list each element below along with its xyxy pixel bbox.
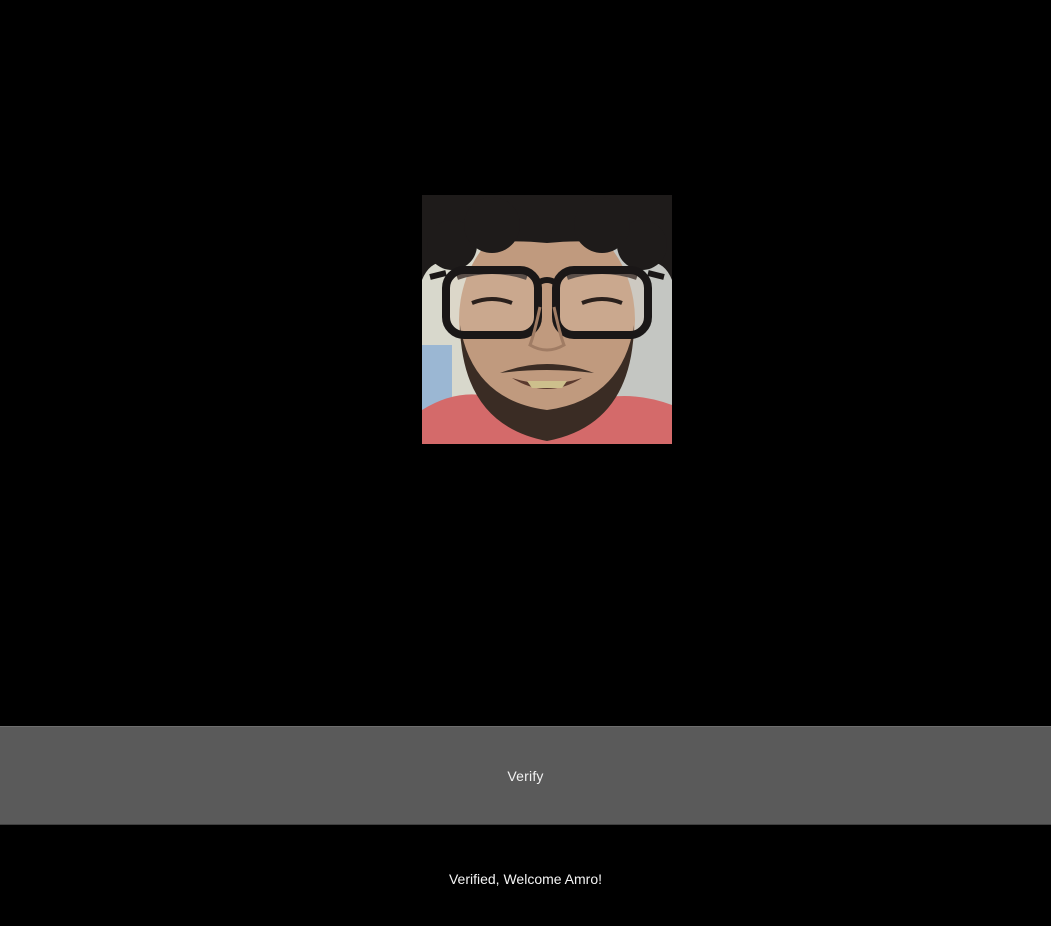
status-area: Verified, Welcome Amro! [0, 825, 1051, 926]
app-window: Verify Verified, Welcome Amro! [0, 0, 1051, 926]
verify-button[interactable]: Verify [0, 726, 1051, 825]
camera-view [0, 0, 1051, 726]
verify-button-label: Verify [507, 767, 544, 784]
status-message: Verified, Welcome Amro! [448, 870, 603, 887]
face-photo-icon [422, 195, 672, 444]
face-preview-image [422, 195, 672, 444]
